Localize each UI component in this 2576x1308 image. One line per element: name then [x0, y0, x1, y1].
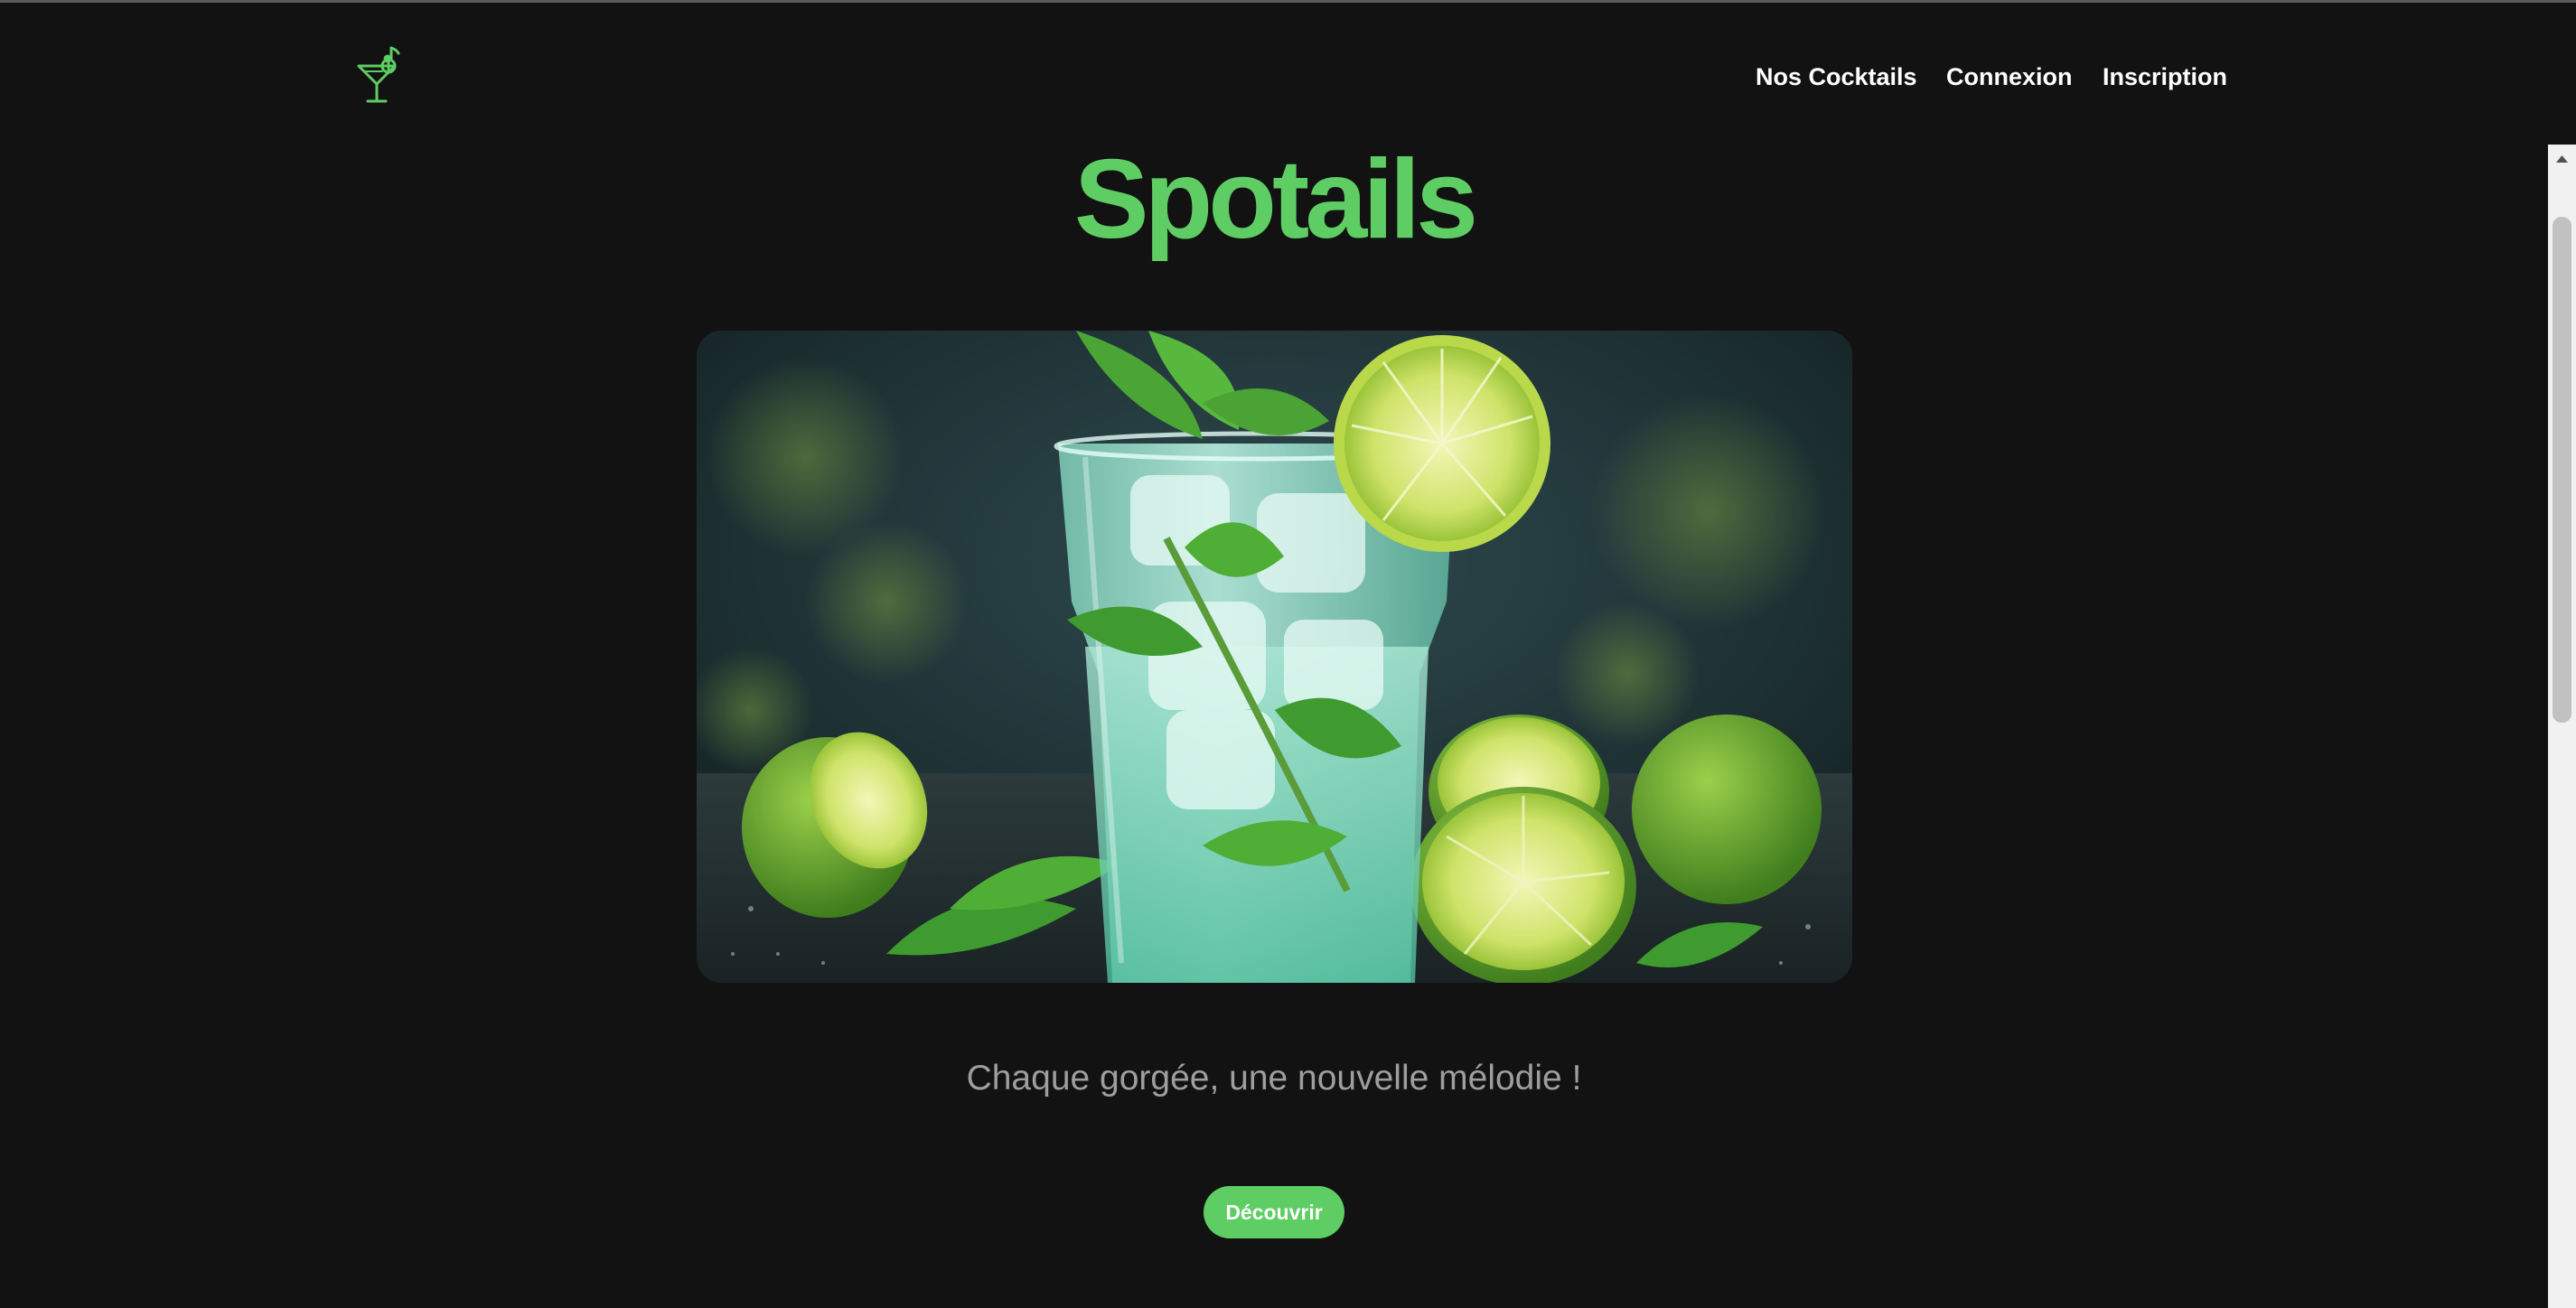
page-title: Spotails	[1073, 137, 1478, 262]
tagline: Chaque gorgée, une nouvelle mélodie !	[966, 1059, 1582, 1098]
hero-image	[697, 331, 1852, 983]
nav-link-login[interactable]: Connexion	[1946, 61, 2073, 93]
vertical-scrollbar[interactable]	[2548, 145, 2576, 1308]
scroll-up-arrow-icon[interactable]	[2548, 145, 2576, 172]
nav-link-cocktails[interactable]: Nos Cocktails	[1756, 61, 1917, 93]
main-nav: Nos Cocktails Connexion Inscription	[0, 61, 2548, 93]
scrollbar-thumb[interactable]	[2553, 217, 2571, 723]
discover-button[interactable]: Découvrir	[1204, 1186, 1344, 1238]
nav-link-signup[interactable]: Inscription	[2103, 61, 2227, 93]
page: Nos Cocktails Connexion Inscription Spot…	[0, 3, 2548, 1308]
